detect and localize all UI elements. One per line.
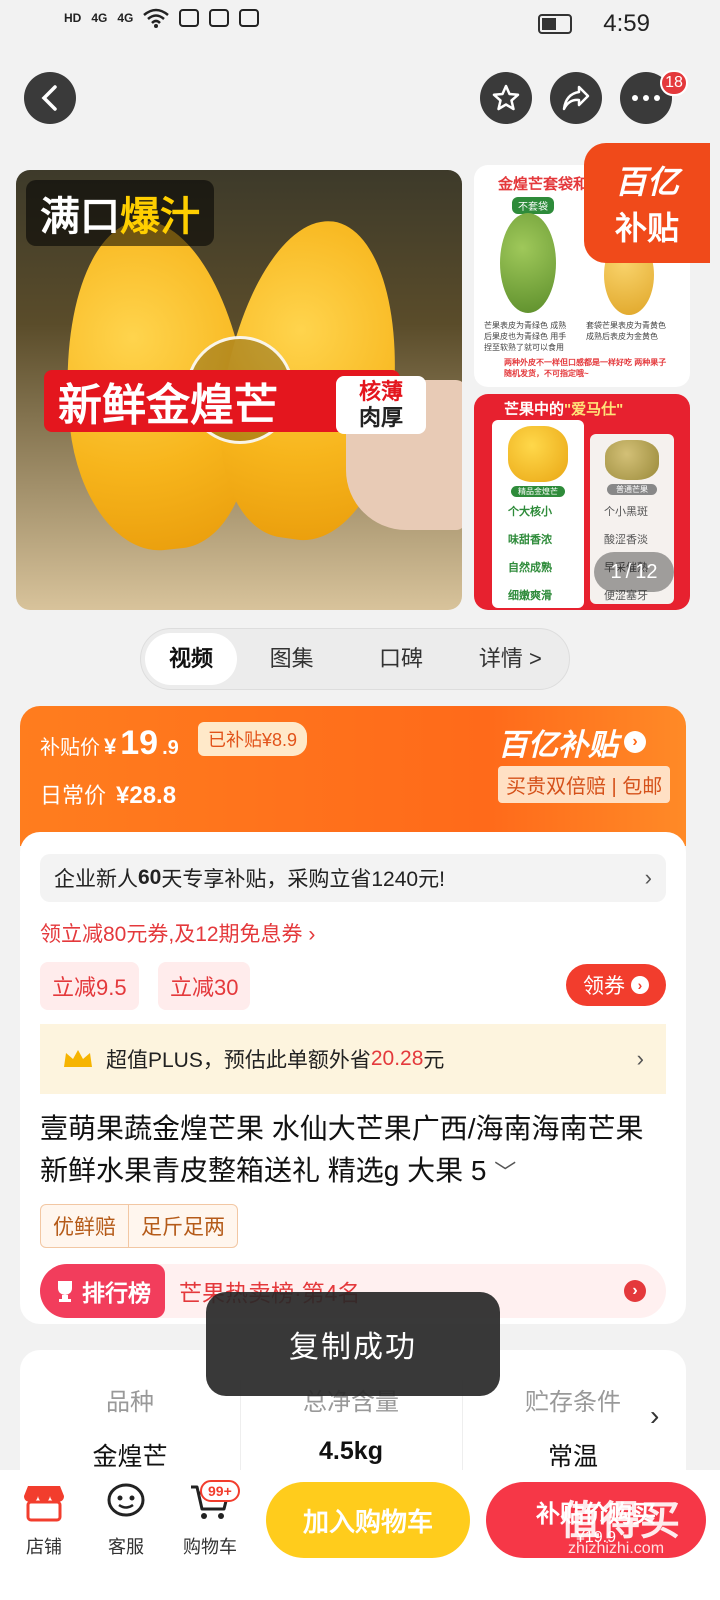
thumbnail-text: 套袋芒果表皮为青黄色 成熟后表皮为金黄色 xyxy=(586,321,666,341)
chevron-right-icon: › xyxy=(624,731,646,753)
thumbnail-title: 芒果中的"爱马仕" xyxy=(504,401,624,418)
cart-badge: 99+ xyxy=(200,1480,240,1502)
watermark-logo: 值得买 xyxy=(560,1499,680,1543)
tab-video[interactable]: 视频 xyxy=(145,633,237,685)
clock: 4:59 xyxy=(603,10,650,37)
coupon-tag: 立减30 xyxy=(158,962,251,1010)
copy-success-toast: 复制成功 xyxy=(206,1292,500,1396)
trophy-icon xyxy=(58,1281,72,1302)
daily-price: 日常价 ¥28.8 xyxy=(40,782,177,809)
media-tabs: 视频 图集 口碑 详情 > xyxy=(140,628,570,690)
share-button[interactable] xyxy=(550,72,602,124)
chevron-right-icon: › xyxy=(650,1400,660,1431)
enterprise-subsidy-banner[interactable]: 企业新人 60 天专享补贴，采购立省1240元! › xyxy=(40,854,666,902)
thumbnail-panel: 精品金煌芒 个大核小 味甜香浓 自然成熟 细嫩爽滑 xyxy=(492,420,584,608)
chat-icon xyxy=(107,1483,145,1517)
store-button[interactable]: 店铺 xyxy=(6,1482,82,1559)
coupon-link[interactable]: 领立减80元券,及12期免息券 › xyxy=(40,918,315,948)
guarantee-tag: 买贵双倍赔 | 包邮 xyxy=(498,766,671,803)
more-icon xyxy=(632,95,660,101)
thumbnail-footer: 两种外皮不一样但口感都是一样好吃 两种果子随机发货，不可指定哦~ xyxy=(504,358,667,378)
spec-item: 品种 金煌芒 xyxy=(92,1389,168,1471)
watermark-url: zhizhizhi.com xyxy=(568,1540,665,1557)
signal-icon: 4G xyxy=(91,11,108,25)
status-bar: HD 4G 4G 4:59 xyxy=(0,0,720,48)
tab-gallery[interactable]: 图集 xyxy=(237,633,346,685)
signal-icon: 4G xyxy=(117,11,134,25)
share-icon xyxy=(562,85,590,111)
tab-details[interactable]: 详情 > xyxy=(456,633,565,685)
status-icons: HD 4G 4G xyxy=(64,8,260,28)
mango-image xyxy=(605,440,659,480)
favorite-button[interactable] xyxy=(480,72,532,124)
product-info-card: 企业新人 60 天专享补贴，采购立省1240元! › 领立减80元券,及12期免息券… xyxy=(20,832,686,1324)
coupon-tag: 立减9.5 xyxy=(40,962,139,1010)
hero-side-tag: 核薄 肉厚 xyxy=(336,376,426,434)
customer-service-button[interactable]: 客服 xyxy=(88,1482,164,1559)
hd-icon: HD xyxy=(64,11,82,25)
subsidy-price: 补贴价 ¥ 19 .9 xyxy=(40,724,179,762)
price-banner: 补贴价 ¥ 19 .9 已补贴¥8.9 日常价 ¥28.8 百亿补贴 › 买贵双… xyxy=(20,706,686,846)
star-icon xyxy=(492,84,520,111)
hero-tagline: 满口爆汁 xyxy=(26,180,214,246)
product-title[interactable]: 壹萌果蔬金煌芒果 水仙大芒果广西/海南海南芒果新鲜水果青皮整箱送礼 精选g 大果… xyxy=(40,1108,666,1194)
store-icon xyxy=(24,1486,64,1522)
subsidy-corner-badge: 百亿 补贴 xyxy=(584,143,710,263)
add-to-cart-button[interactable]: 加入购物车 xyxy=(266,1482,470,1558)
ranking-badge: 排行榜 xyxy=(40,1264,165,1318)
back-button[interactable] xyxy=(24,72,76,124)
crown-icon xyxy=(64,1050,92,1067)
service-tags: 优鲜赔 足斤足两 xyxy=(40,1204,238,1248)
notification-icon xyxy=(209,9,230,27)
chevron-right-icon: › xyxy=(631,976,649,994)
notification-icon xyxy=(179,9,200,27)
chevron-right-icon: › xyxy=(636,1046,644,1071)
wifi-icon xyxy=(143,8,170,28)
battery-icon xyxy=(538,14,572,34)
green-mango-image xyxy=(500,213,556,313)
chevron-down-icon: ﹀ xyxy=(494,1160,517,1185)
notification-icon xyxy=(239,9,260,27)
chevron-right-icon: › xyxy=(624,1280,646,1302)
chevron-left-icon xyxy=(41,85,57,111)
image-counter: 1/12 xyxy=(594,552,674,592)
notification-badge: 18 xyxy=(660,70,688,96)
plus-savings-banner[interactable]: 超值PLUS，预估此单额外省 20.28 元 › xyxy=(40,1024,666,1094)
chevron-right-icon: › xyxy=(644,865,652,890)
subsidized-amount-tag: 已补贴¥8.9 xyxy=(198,722,308,756)
claim-coupon-button[interactable]: 领券 › xyxy=(566,964,666,1006)
tab-reviews[interactable]: 口碑 xyxy=(346,633,455,685)
subsidy-brand-link[interactable]: 百亿补贴 › xyxy=(498,720,646,764)
thumbnail-text: 芒果表皮为青绿色 成熟后果皮也为青绿色 用手捏至软熟了就可以食用 xyxy=(484,321,567,352)
thumbnail-label: 不套袋 xyxy=(512,197,554,214)
mango-image xyxy=(508,426,568,482)
